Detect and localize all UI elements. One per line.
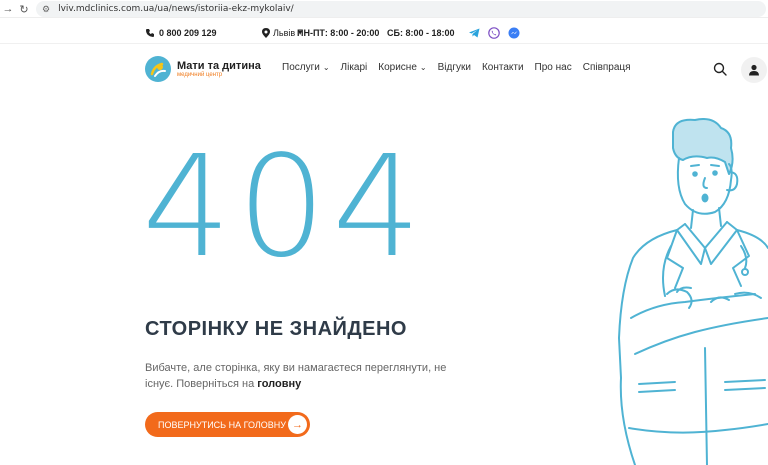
- menu-item-useful[interactable]: Корисне ⌄: [378, 62, 426, 73]
- menu-item-label: Співпраця: [582, 62, 631, 73]
- menu-item-label: Відгуки: [437, 62, 471, 73]
- menu-item-about[interactable]: Про нас: [535, 62, 572, 73]
- main-menu: Послуги ⌄ Лікарі Корисне ⌄ Відгуки Конта…: [282, 62, 631, 73]
- menu-item-reviews[interactable]: Відгуки: [438, 62, 471, 73]
- menu-item-label: Послуги: [282, 62, 320, 73]
- phone-link[interactable]: 0 800 209 129: [145, 28, 217, 38]
- search-icon[interactable]: [713, 62, 727, 76]
- address-bar[interactable]: ⚙ lviv.mdclinics.com.ua/ua/news/istoriia…: [36, 1, 766, 17]
- user-account-button[interactable]: [741, 57, 767, 83]
- location-pin-icon: [262, 27, 270, 38]
- chevron-down-icon: ⌄: [322, 63, 330, 72]
- arrow-right-icon: →: [288, 415, 307, 434]
- chevron-down-icon: ⌄: [419, 63, 427, 72]
- error-description: Вибачте, але сторінка, яку ви намагаєтес…: [145, 360, 475, 392]
- phone-number: 0 800 209 129: [159, 27, 217, 38]
- messenger-icon[interactable]: [508, 27, 520, 39]
- hours-saturday: СБ: 8:00 - 18:00: [387, 27, 455, 38]
- url-text: lviv.mdclinics.com.ua/ua/news/istoriia-e…: [58, 4, 294, 14]
- menu-item-label: Про нас: [534, 62, 572, 73]
- user-icon: [749, 64, 759, 76]
- menu-item-label: Корисне: [378, 62, 417, 73]
- logo[interactable]: Мати та дитина медичний центр: [145, 56, 261, 82]
- telegram-icon[interactable]: [468, 27, 480, 39]
- error-title: СТОРІНКУ НЕ ЗНАЙДЕНО: [145, 318, 407, 340]
- city-name: Львів: [273, 27, 296, 38]
- logo-name: Мати та дитина: [177, 60, 261, 72]
- logo-mark-icon: [145, 56, 171, 82]
- menu-item-label: Лікарі: [340, 62, 368, 73]
- site-header: Мати та дитина медичний центр Послуги ⌄ …: [0, 44, 768, 94]
- menu-item-services[interactable]: Послуги ⌄: [282, 62, 330, 73]
- site-info-icon[interactable]: ⚙: [42, 4, 50, 15]
- phone-icon: [146, 28, 154, 37]
- doctor-illustration: [618, 118, 768, 465]
- top-info-bar: 0 800 209 129 Львів ▾ ПН-ПТ: 8:00 - 20:0…: [0, 22, 768, 44]
- browser-toolbar: → ↻ ⚙ lviv.mdclinics.com.ua/ua/news/isto…: [0, 0, 768, 18]
- reload-icon[interactable]: ↻: [16, 1, 32, 17]
- menu-item-doctors[interactable]: Лікарі: [341, 62, 368, 73]
- forward-icon[interactable]: →: [0, 1, 16, 17]
- hours-weekday: ПН-ПТ: 8:00 - 20:00: [297, 27, 380, 38]
- menu-item-label: Контакти: [481, 62, 524, 73]
- back-home-label: ПОВЕРНУТИСЬ НА ГОЛОВНУ: [158, 419, 286, 430]
- menu-item-cooperation[interactable]: Співпраця: [583, 62, 631, 73]
- home-link[interactable]: головну: [257, 378, 301, 390]
- social-links: [468, 26, 520, 39]
- menu-item-contacts[interactable]: Контакти: [482, 62, 524, 73]
- error-code: 404: [142, 126, 428, 289]
- viber-icon[interactable]: [488, 26, 500, 39]
- back-home-button[interactable]: ПОВЕРНУТИСЬ НА ГОЛОВНУ →: [145, 412, 310, 437]
- logo-subtitle: медичний центр: [177, 72, 223, 78]
